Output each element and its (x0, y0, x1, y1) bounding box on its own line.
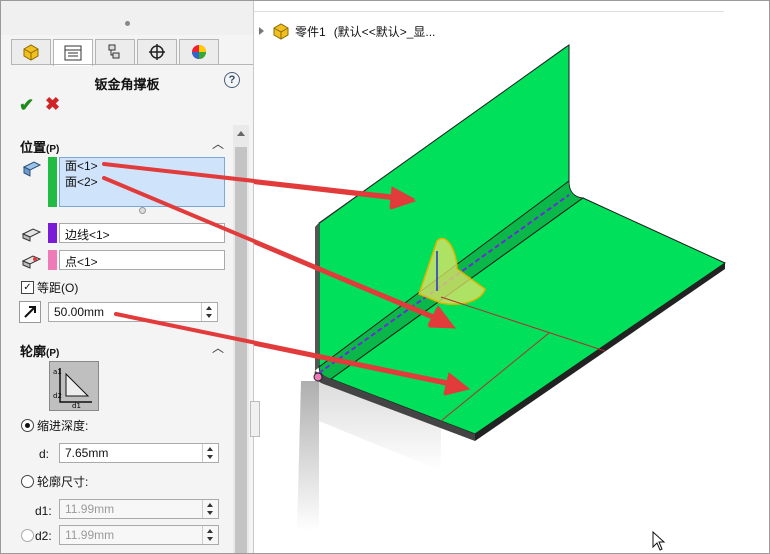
d1-label: d1: (35, 504, 52, 518)
indent-depth-value[interactable]: 7.65mm (65, 446, 108, 460)
manager-tabs (11, 39, 221, 66)
svg-text:a1: a1 (53, 368, 62, 376)
position-section-title: 位置(P) (20, 137, 59, 156)
panel-scrollbar[interactable] (233, 125, 249, 553)
offset-checkbox[interactable]: ✓ (21, 281, 34, 294)
d2-label: d2: (35, 529, 52, 543)
point-selection-icon (21, 255, 42, 269)
profile-size-radio[interactable] (21, 475, 34, 488)
vertical-flange-edge (315, 223, 319, 371)
panel-grip[interactable] (1, 1, 253, 35)
display-manager-tab[interactable] (179, 39, 219, 64)
sheet-metal-model (254, 44, 727, 531)
face-color-swatch (48, 157, 57, 207)
offset-distance-value[interactable]: 50.00mm (54, 305, 104, 319)
reverse-direction-button[interactable] (19, 301, 41, 323)
position-header-text: 位置 (20, 140, 47, 155)
direction-arrow-icon (24, 306, 36, 318)
feature-manager-icon (23, 44, 39, 61)
chevron-up-icon[interactable]: ︿ (212, 135, 224, 152)
offset-spinner[interactable] (201, 303, 217, 321)
face-selection-list[interactable]: 面<1> 面<2> (59, 157, 225, 207)
chevron-up-icon[interactable]: ︿ (212, 339, 224, 356)
indent-spinner[interactable] (202, 444, 218, 462)
d1-value[interactable]: 11.99mm (65, 502, 114, 516)
edge-color-swatch (48, 223, 57, 243)
profile-header-suffix: (P) (46, 348, 60, 359)
property-manager-tab[interactable] (53, 39, 93, 66)
help-icon[interactable]: ? (224, 72, 240, 88)
profile-size-label: 轮廓尺寸: (37, 475, 89, 489)
scroll-up-icon[interactable] (237, 131, 245, 136)
position-header-suffix: (P) (46, 144, 60, 155)
d2-value[interactable]: 11.99mm (65, 528, 114, 542)
d-label: d: (39, 447, 50, 461)
configuration-manager-icon (108, 44, 120, 59)
offset-distance-input[interactable]: 50.00mm (48, 302, 218, 322)
property-manager-panel: 钣金角撑板 ? ✔ ✖ 位置(P) ︿ 面<1> 面<2> 边线<1> 点<1>… (1, 1, 254, 553)
graphics-viewport[interactable]: 零件1 (默认<<默认>_显... (250, 1, 769, 553)
point-item[interactable]: 点<1> (65, 253, 98, 270)
gusset-profile-icon: a1 d2 d1 (53, 368, 92, 410)
indent-depth-radio[interactable] (21, 419, 34, 432)
model-shadow (297, 381, 319, 531)
d1-input[interactable]: 11.99mm (59, 499, 219, 519)
feature-title: 钣金角撑板 (94, 77, 160, 92)
point-color-swatch (48, 250, 57, 270)
d2-radio[interactable] (21, 529, 34, 542)
property-manager-icon (64, 45, 82, 61)
dimxpert-icon (149, 44, 165, 60)
indent-depth-label: 缩进深度: (37, 419, 89, 433)
d2-input[interactable]: 11.99mm (59, 525, 219, 545)
svg-text:d1: d1 (72, 402, 81, 410)
dimxpert-tab[interactable] (137, 39, 177, 64)
selected-point-marker (313, 372, 323, 382)
ok-check-icon[interactable]: ✔ (19, 95, 34, 116)
cursor-arrow-icon (652, 531, 666, 551)
profile-section-header[interactable]: 轮廓(P) ︿ (11, 337, 232, 359)
edge-selection-icon (21, 228, 42, 242)
face-selection-icon (22, 161, 42, 177)
panel-content: 位置(P) ︿ 面<1> 面<2> 边线<1> 点<1> ✓ 等距(O) 50.… (11, 125, 232, 553)
edge-selection-field[interactable]: 边线<1> (59, 223, 225, 243)
feature-manager-tab[interactable] (11, 39, 51, 64)
edge-item[interactable]: 边线<1> (65, 226, 110, 243)
tab-divider (11, 64, 253, 65)
face-item-2[interactable]: 面<2> (60, 174, 224, 190)
configuration-manager-tab[interactable] (95, 39, 135, 64)
grip-dot (125, 21, 130, 26)
profile-shape-button[interactable]: a1 d2 d1 (49, 361, 99, 411)
position-section-header[interactable]: 位置(P) ︿ (11, 133, 232, 155)
profile-section-title: 轮廓(P) (20, 341, 59, 360)
app-window: 钣金角撑板 ? ✔ ✖ 位置(P) ︿ 面<1> 面<2> 边线<1> 点<1>… (0, 0, 770, 554)
indent-depth-input[interactable]: 7.65mm (59, 443, 219, 463)
profile-header-text: 轮廓 (20, 344, 47, 359)
list-resize-handle[interactable] (139, 207, 146, 214)
scrollbar-thumb[interactable] (235, 147, 247, 553)
d2-spinner[interactable] (202, 526, 218, 544)
d1-spinner[interactable] (202, 500, 218, 518)
offset-label: 等距(O) (37, 281, 79, 295)
cancel-x-icon[interactable]: ✖ (45, 94, 60, 115)
display-manager-icon (192, 45, 206, 59)
point-selection-field[interactable]: 点<1> (59, 250, 225, 270)
svg-text:d2: d2 (53, 392, 62, 400)
face-item-1[interactable]: 面<1> (60, 158, 224, 174)
